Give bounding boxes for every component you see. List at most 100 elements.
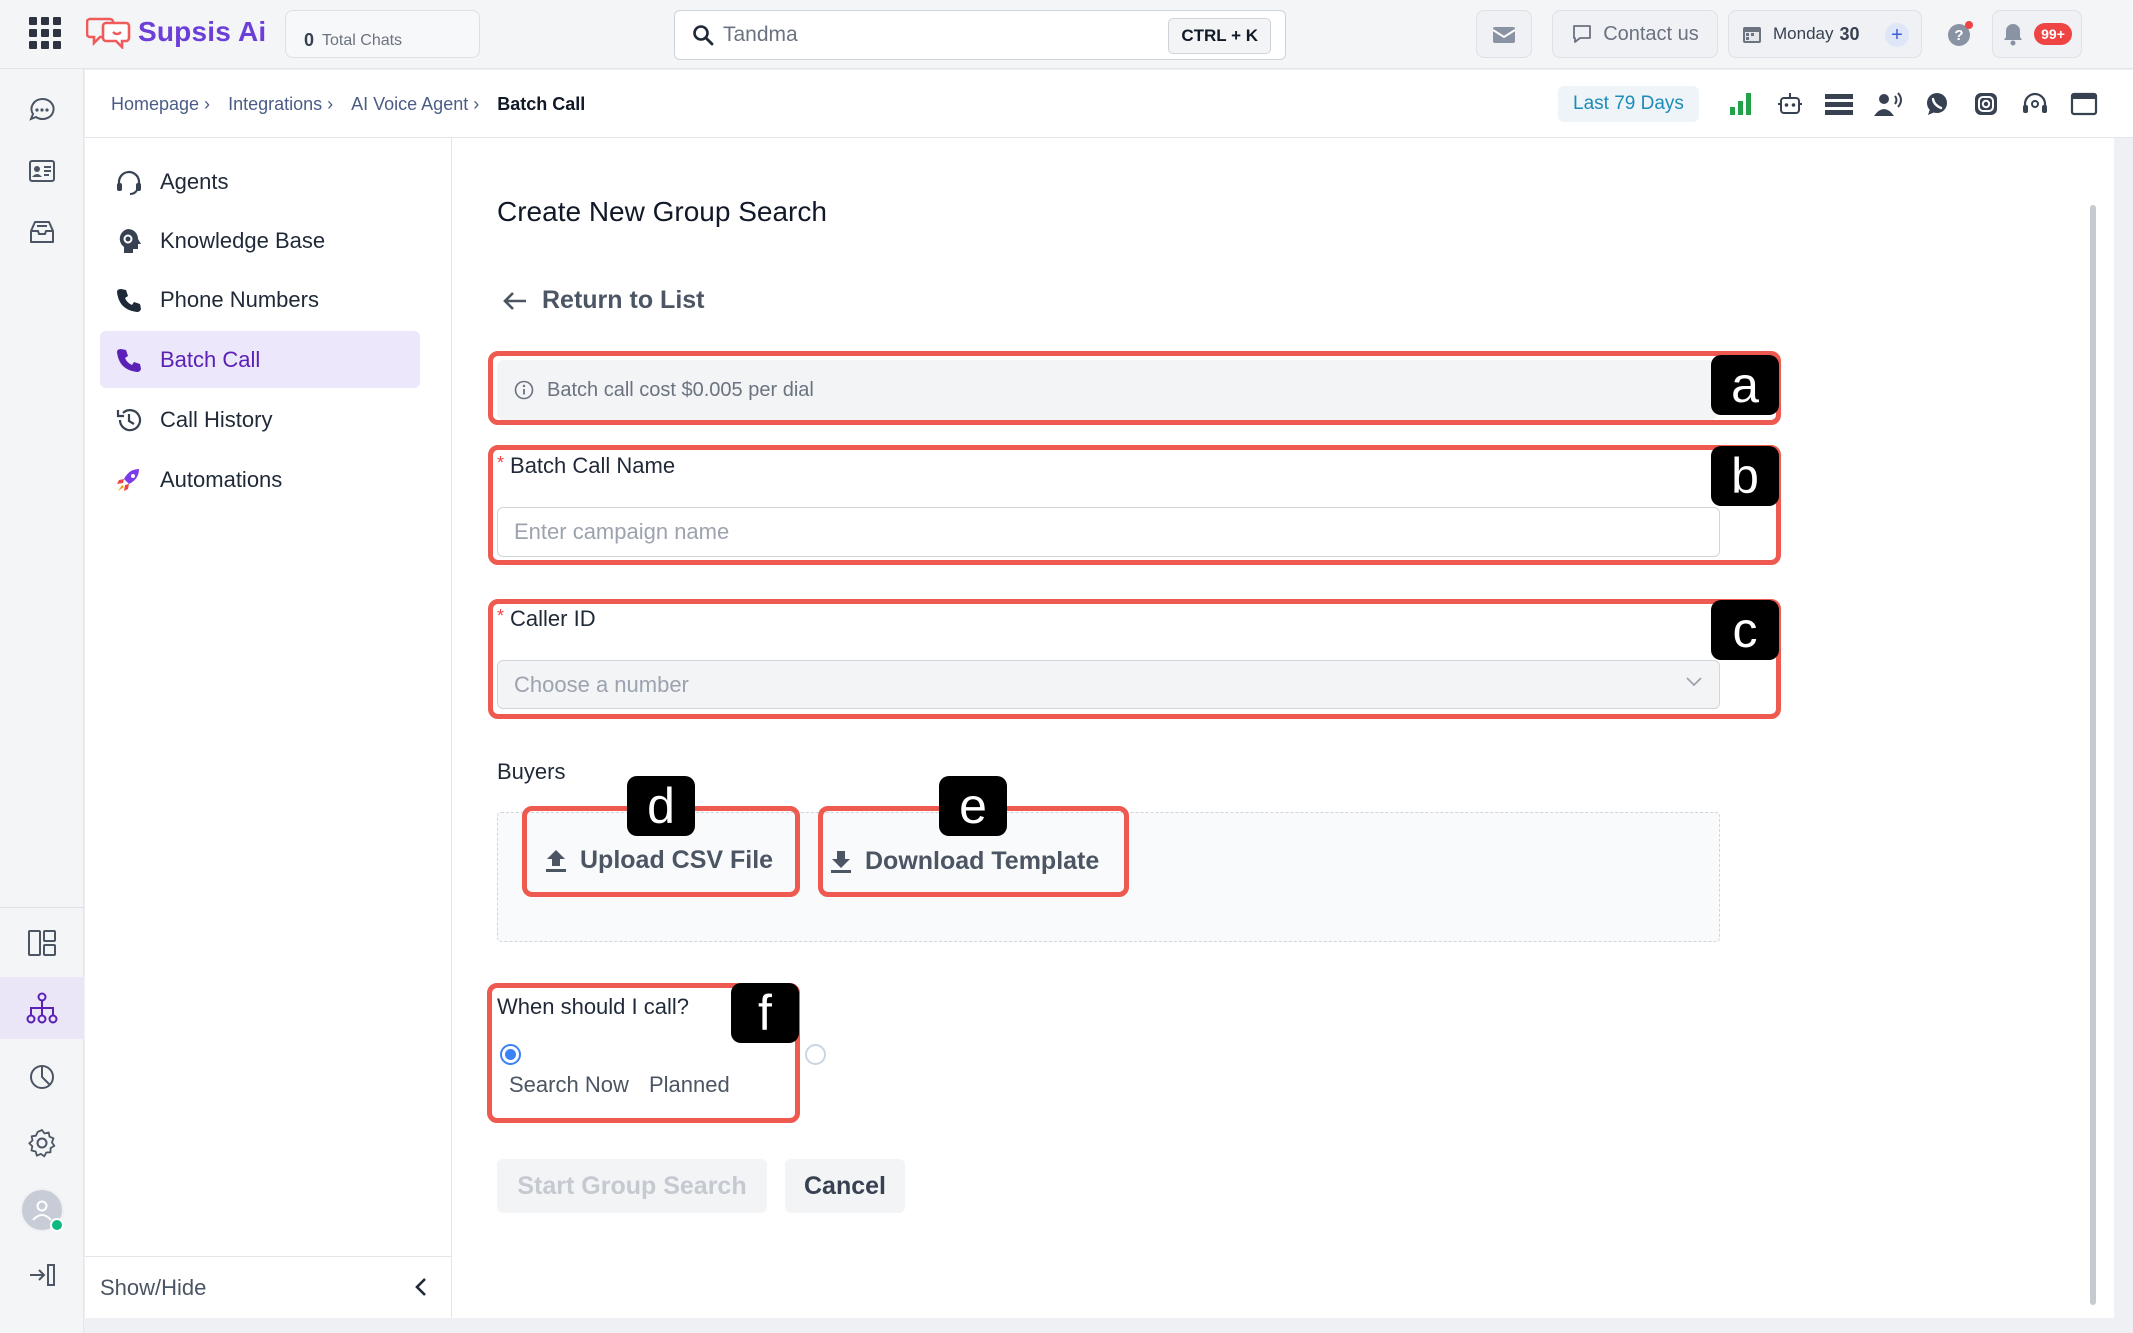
radio-button-unselected[interactable] [805, 1044, 826, 1065]
annotation-tag-a: a [1711, 355, 1779, 415]
return-to-list-label: Return to List [542, 286, 705, 314]
breadcrumb-integrations[interactable]: Integrations › [228, 94, 333, 115]
annotation-box-a [488, 351, 1781, 425]
robot-icon[interactable] [1774, 88, 1805, 119]
menu-item-call-history[interactable]: Call History [100, 391, 420, 448]
help-button[interactable]: ? [1936, 10, 1984, 58]
breadcrumb-current: Batch Call [497, 94, 586, 114]
rail-integrations[interactable] [0, 977, 84, 1039]
window-icon[interactable] [2068, 88, 2099, 119]
instagram-icon[interactable] [1970, 88, 2001, 119]
rail-archive[interactable] [0, 201, 84, 263]
show-hide-label: Show/Hide [100, 1274, 207, 1300]
date-range-button[interactable]: Last 79 Days [1558, 86, 1699, 122]
cancel-button[interactable]: Cancel [785, 1159, 905, 1213]
menu-item-batch-call[interactable]: Batch Call [100, 331, 420, 388]
menu-item-label: Batch Call [160, 346, 261, 372]
annotation-box-c [488, 599, 1781, 719]
menu-item-knowledge-base[interactable]: Knowledge Base [100, 212, 420, 269]
add-event-icon[interactable]: + [1885, 23, 1909, 47]
rail-reports[interactable] [0, 1046, 84, 1108]
apps-grid-icon[interactable] [29, 17, 61, 49]
menu-item-agents[interactable]: Agents [100, 153, 420, 210]
annotation-tag-f: f [731, 983, 799, 1043]
svg-text:?: ? [1954, 27, 1963, 44]
rail-logout[interactable] [0, 1244, 84, 1306]
breadcrumb-homepage[interactable]: Homepage › [111, 94, 210, 115]
total-chats-widget[interactable]: 0 Total Chats [285, 10, 480, 58]
whatsapp-icon[interactable] [1921, 88, 1952, 119]
menu-item-phone-numbers[interactable]: Phone Numbers [100, 271, 420, 328]
day-number: 30 [1839, 23, 1860, 44]
phone-icon [114, 345, 144, 375]
menu-item-automations[interactable]: Automations [100, 451, 420, 508]
rail-settings[interactable] [0, 1112, 84, 1174]
brand-logo-icon [85, 15, 132, 51]
contact-us-button[interactable]: Contact us [1552, 10, 1718, 58]
bell-icon [2004, 24, 2023, 46]
arrow-left-icon [503, 291, 526, 310]
help-icon: ? [1948, 21, 1973, 46]
day-label: Monday [1773, 24, 1834, 43]
voice-agent-icon[interactable] [1872, 88, 1903, 119]
hierarchy-icon [26, 992, 58, 1024]
archive-icon [30, 221, 54, 243]
rail-contacts[interactable] [0, 140, 84, 202]
rail-profile[interactable] [0, 1179, 84, 1241]
rail-chats[interactable] [0, 79, 84, 141]
stats-icon[interactable] [1725, 88, 1756, 119]
brand-name: Supsis Ai [138, 16, 267, 47]
total-chats-label: Total Chats [322, 32, 403, 49]
inbox-button[interactable] [1476, 10, 1532, 58]
logout-icon [30, 1264, 55, 1286]
total-chats-count: 0 [304, 30, 315, 50]
rail-divider [0, 907, 84, 908]
search-shortcut-badge: CTRL + K [1168, 18, 1271, 54]
integration-side-menu: Agents Knowledge Base Phone Numbers Batc… [85, 138, 452, 1318]
scrollbar[interactable] [2090, 205, 2096, 1305]
menu-item-label: Knowledge Base [160, 227, 326, 253]
gear-icon [28, 1129, 56, 1158]
menu-item-label: Automations [160, 466, 283, 492]
chevron-left-icon [415, 1278, 426, 1296]
show-hide-toggle[interactable]: Show/Hide [85, 1256, 452, 1318]
pie-chart-icon [30, 1065, 54, 1089]
brain-icon [114, 226, 144, 256]
annotation-tag-c: c [1711, 600, 1779, 660]
contact-card-icon [29, 160, 55, 182]
mail-icon [1492, 27, 1516, 43]
support-headset-icon[interactable] [2019, 88, 2050, 119]
annotation-box-b [488, 445, 1781, 565]
breadcrumb-ai-voice-agent[interactable]: AI Voice Agent › [351, 94, 479, 115]
chat-icon [29, 97, 55, 121]
date-widget[interactable]: Monday 30 + [1728, 10, 1922, 58]
phone-icon [114, 285, 144, 315]
history-icon [114, 405, 144, 435]
avatar[interactable] [20, 1188, 64, 1232]
brand-logo[interactable]: Supsis Ai [85, 12, 267, 52]
page-title: Create New Group Search [497, 196, 827, 227]
rail-dashboard[interactable] [0, 912, 84, 974]
annotation-tag-b: b [1711, 446, 1779, 506]
headset-icon [114, 167, 144, 197]
annotation-tag-d: d [627, 776, 695, 836]
chat-bubble-icon [1573, 25, 1592, 43]
return-to-list-link[interactable]: Return to List [502, 286, 705, 315]
menu-item-label: Agents [160, 168, 229, 194]
user-icon [32, 1200, 52, 1221]
menu-item-label: Phone Numbers [160, 286, 319, 312]
rocket-icon [114, 465, 144, 495]
breadcrumb-bar: Homepage › Integrations › AI Voice Agent… [85, 70, 2133, 138]
annotation-tag-e: e [939, 776, 1007, 836]
search-input[interactable] [723, 21, 1123, 49]
online-status-dot [50, 1218, 64, 1232]
menu-item-label: Call History [160, 406, 273, 432]
start-group-search-button[interactable]: Start Group Search [497, 1159, 767, 1213]
list-icon[interactable] [1823, 88, 1854, 119]
notifications-badge: 99+ [2034, 23, 2072, 45]
notifications-button[interactable]: 99+ [1992, 10, 2082, 58]
contact-us-label: Contact us [1603, 22, 1699, 45]
global-search[interactable]: CTRL + K [674, 10, 1286, 60]
main-panel [452, 138, 2114, 1318]
buyers-label: Buyers [497, 759, 566, 784]
